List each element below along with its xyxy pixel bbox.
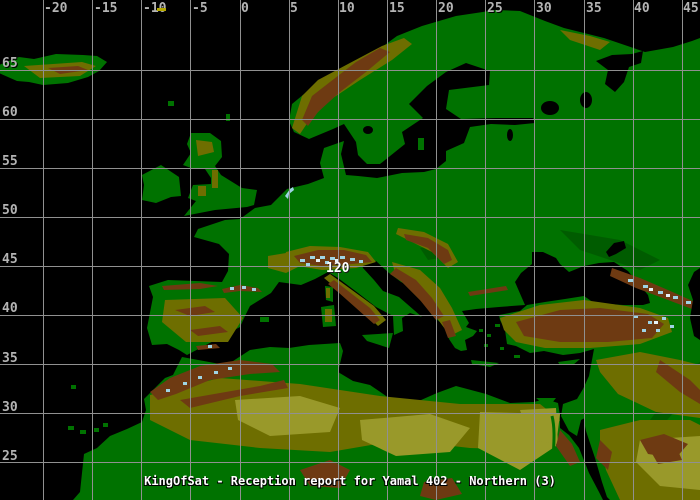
- lon-tick-label: 45: [683, 1, 699, 16]
- lon-tick-label: 35: [586, 1, 602, 16]
- lon-tick-label: 10: [339, 1, 355, 16]
- lon-tick-label: -20: [44, 1, 68, 16]
- lat-tick-label: 35: [2, 351, 18, 366]
- lon-tick-label: 30: [536, 1, 552, 16]
- lon-tick-label: 0: [241, 1, 249, 16]
- reception-map-screen: -20 -15 -10 -5 0 5 10 15 20 25 30 35 40 …: [0, 0, 700, 500]
- lat-tick-label: 60: [2, 105, 18, 120]
- lon-tick-label: 15: [389, 1, 405, 16]
- yellow-contour-tick: [157, 8, 166, 11]
- lake-peipus: [507, 129, 513, 141]
- lat-tick-label: 30: [2, 400, 18, 415]
- lat-tick-label: 55: [2, 154, 18, 169]
- lat-tick-label: 45: [2, 252, 18, 267]
- lon-tick-label: -5: [192, 1, 208, 16]
- mallorca-island: [260, 317, 269, 322]
- lat-tick-label: 50: [2, 203, 18, 218]
- faroe-islands: [168, 101, 174, 106]
- lon-tick-label: 25: [487, 1, 503, 16]
- lat-tick-label: 65: [2, 56, 18, 71]
- lake-onega: [580, 92, 592, 108]
- beam-value-label: 120: [326, 261, 350, 276]
- europe-topographic-map: [0, 0, 700, 500]
- lon-tick-label: 40: [634, 1, 650, 16]
- gotland-island: [418, 138, 424, 150]
- lon-tick-label: 5: [290, 1, 298, 16]
- lake-vanern: [363, 126, 373, 134]
- lat-tick-label: 40: [2, 301, 18, 316]
- lon-tick-label: 20: [438, 1, 454, 16]
- lake-ladoga: [541, 101, 559, 115]
- lon-tick-label: -15: [94, 1, 118, 16]
- map-title: KingOfSat - Reception report for Yamal 4…: [144, 474, 556, 488]
- lat-tick-label: 25: [2, 449, 18, 464]
